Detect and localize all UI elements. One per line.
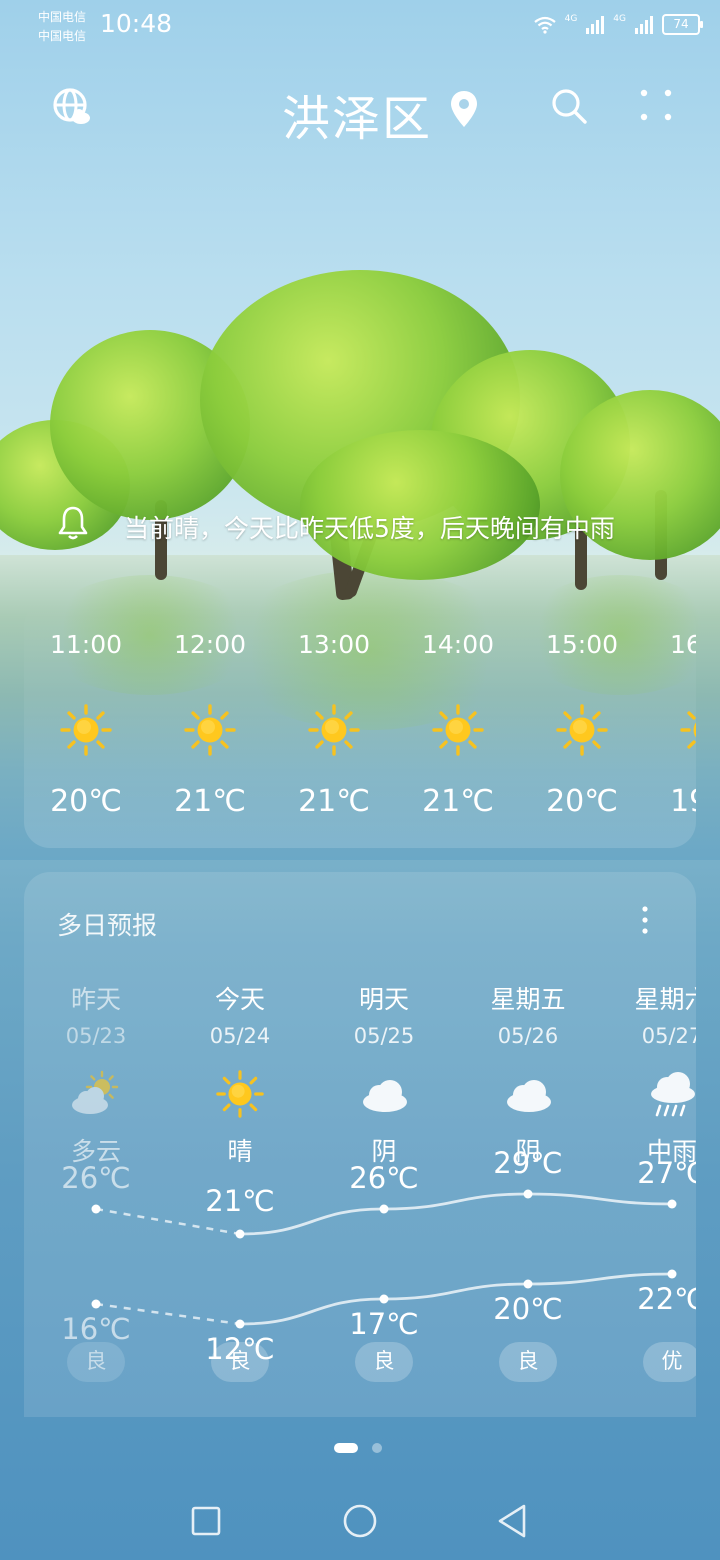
more-grid-icon[interactable] (638, 87, 674, 123)
day-name: 昨天 (70, 985, 121, 1014)
hour-time: 16:00 (669, 630, 696, 659)
daily-item[interactable]: 明天 05/25 阴 26℃ 17℃ 良 (312, 872, 456, 1417)
home-button[interactable] (334, 1495, 386, 1547)
day-name: 明天 (358, 985, 409, 1014)
weather-alert[interactable]: 当前晴，今天比昨天低5度，后天晚间有中雨 (58, 505, 668, 545)
app-header: 洪泽区 (0, 75, 720, 147)
hourly-item: 14:00 21℃ (396, 600, 520, 848)
cloud-icon (502, 1070, 554, 1118)
high-temp: 29℃ (493, 1146, 563, 1180)
low-temp: 20℃ (493, 1292, 563, 1326)
battery-icon: 74 (662, 14, 703, 35)
hour-temp: 21℃ (298, 784, 370, 819)
low-temp: 22℃ (637, 1282, 696, 1316)
day-name: 今天 (214, 985, 265, 1014)
sun-icon (680, 704, 696, 756)
back-button[interactable] (486, 1495, 538, 1547)
air-quality-badge: 优 (643, 1342, 696, 1382)
high-temp: 26℃ (61, 1161, 131, 1195)
carrier-1: 中国电信 (38, 10, 87, 24)
hourly-item: 11:00 20℃ (24, 600, 148, 848)
location-pin-icon[interactable] (448, 89, 480, 129)
carrier-2: 中国电信 (38, 29, 87, 43)
alert-text: 当前晴，今天比昨天低5度，后天晚间有中雨 (124, 514, 615, 543)
hourly-item: 16:00 19℃ (644, 600, 696, 848)
sun-icon (184, 704, 236, 756)
day-name: 星期六 (634, 985, 696, 1014)
partly-cloudy-icon (70, 1070, 122, 1118)
carrier-labels: 中国电信 中国电信 (38, 8, 86, 46)
hour-time: 13:00 (297, 630, 371, 659)
signal-icon (586, 15, 605, 34)
day-date: 05/27 (641, 1024, 696, 1048)
sun-icon (60, 704, 112, 756)
high-temp: 27℃ (637, 1156, 696, 1190)
air-quality-badge: 良 (499, 1342, 557, 1382)
daily-item[interactable]: 星期五 05/26 阴 29℃ 20℃ 良 (456, 872, 600, 1417)
high-temp: 26℃ (349, 1161, 419, 1195)
hour-temp: 20℃ (50, 784, 122, 819)
bell-icon (58, 506, 88, 540)
hourly-item: 15:00 20℃ (520, 600, 644, 848)
page-indicator[interactable] (334, 1443, 382, 1453)
hour-time: 14:00 (421, 630, 495, 659)
sun-icon (432, 704, 484, 756)
rain-icon (646, 1070, 696, 1118)
recent-apps-button[interactable] (180, 1495, 232, 1547)
day-name: 星期五 (490, 985, 566, 1014)
cloud-icon (358, 1070, 410, 1118)
hour-time: 11:00 (49, 630, 123, 659)
hour-temp: 20℃ (546, 784, 618, 819)
hourly-item: 13:00 21℃ (272, 600, 396, 848)
air-quality-badge: 良 (355, 1342, 413, 1382)
sun-icon (308, 704, 360, 756)
hour-temp: 19℃ (670, 784, 696, 819)
day-date: 05/24 (209, 1024, 271, 1048)
network-type-1: 4G (564, 14, 578, 24)
sun-icon (214, 1070, 266, 1118)
sun-icon (556, 704, 608, 756)
hourly-forecast-card[interactable]: 11:00 20℃ 12:00 21℃ 13:00 21℃ 14:00 21℃ 15:00 20℃… (24, 600, 696, 848)
battery-level: 74 (673, 17, 689, 31)
daily-item[interactable]: 星期六05/27中雨27℃22℃优 (600, 872, 696, 1417)
navigation-bar (0, 1495, 720, 1547)
day-date: 05/25 (353, 1024, 415, 1048)
daily-item[interactable]: 昨天 05/23 多云 26℃ 16℃ 良 (24, 872, 168, 1417)
day-condition: 晴 (227, 1137, 253, 1166)
status-bar: 中国电信 中国电信 10:48 4G 4G 74 (0, 0, 720, 50)
globe-cloud-icon[interactable] (52, 87, 92, 127)
air-quality-badge: 良 (67, 1342, 125, 1382)
day-date: 05/26 (497, 1024, 559, 1048)
daily-item[interactable]: 今天 05/24 晴 21℃ 12℃ 良 (168, 872, 312, 1417)
hourly-item: 12:00 21℃ (148, 600, 272, 848)
hour-time: 12:00 (173, 630, 247, 659)
status-icons: 4G 4G 74 (533, 14, 703, 35)
hour-temp: 21℃ (422, 784, 494, 819)
low-temp: 16℃ (61, 1312, 131, 1346)
daily-forecast-card[interactable]: 多日预报 昨天 05/23 多云 26℃ 16℃ 良今天 05/24 晴 21℃ 12℃ 良明天 05… (24, 872, 696, 1417)
day-date: 05/23 (65, 1024, 127, 1048)
high-temp: 21℃ (205, 1184, 275, 1218)
low-temp: 17℃ (349, 1307, 419, 1341)
page-dot[interactable] (372, 1443, 382, 1453)
air-quality-badge: 良 (211, 1342, 269, 1382)
signal-icon (635, 15, 653, 34)
hour-temp: 21℃ (174, 784, 246, 819)
network-type-2: 4G (613, 14, 626, 24)
status-time: 10:48 (100, 9, 173, 38)
search-icon[interactable] (550, 87, 588, 125)
hour-time: 15:00 (545, 630, 619, 659)
page-dot-active[interactable] (334, 1443, 358, 1453)
wifi-icon (533, 16, 556, 34)
city-name[interactable]: 洪泽区 (282, 79, 432, 149)
